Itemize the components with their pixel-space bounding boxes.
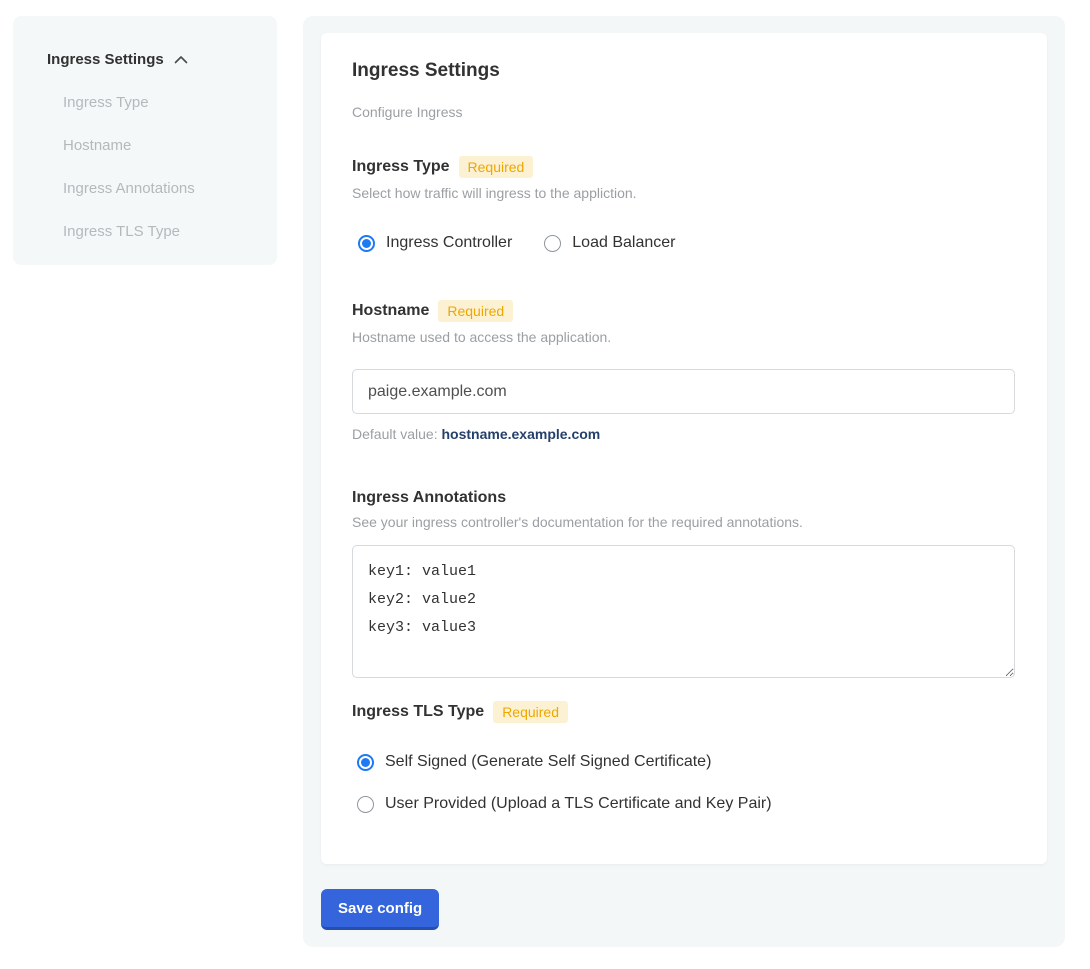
default-value-label: Default value: [352, 426, 442, 442]
radio-label: Load Balancer [572, 234, 675, 252]
page-title: Ingress Settings [352, 60, 1016, 82]
radio-button-icon [357, 796, 374, 813]
hostname-input[interactable] [352, 369, 1015, 414]
section-ingress-tls-type: Ingress TLS Type Required Self Signed (G… [352, 701, 1016, 813]
sidebar-item-hostname[interactable]: Hostname [63, 137, 277, 154]
tls-type-title: Ingress TLS Type [352, 703, 484, 721]
config-nav-sidebar: Ingress Settings Ingress Type Hostname I… [13, 16, 277, 265]
ingress-type-radio-group: Ingress Controller Load Balancer [358, 234, 1016, 252]
section-hostname: Hostname Required Hostname used to acces… [352, 300, 1016, 442]
sidebar-item-ingress-annotations[interactable]: Ingress Annotations [63, 180, 277, 197]
config-card: Ingress Settings Configure Ingress Ingre… [321, 33, 1047, 864]
radio-user-provided[interactable]: User Provided (Upload a TLS Certificate … [357, 795, 1016, 813]
ingress-type-help: Select how traffic will ingress to the a… [352, 185, 1016, 201]
tls-type-radio-group: Self Signed (Generate Self Signed Certif… [357, 753, 1016, 813]
radio-label: Ingress Controller [386, 234, 512, 252]
sidebar-item-ingress-type[interactable]: Ingress Type [63, 94, 277, 111]
radio-label: User Provided (Upload a TLS Certificate … [385, 795, 772, 813]
sidebar-links: Ingress Type Hostname Ingress Annotation… [63, 94, 277, 240]
radio-self-signed[interactable]: Self Signed (Generate Self Signed Certif… [357, 753, 1016, 771]
annotations-textarea[interactable]: key1: value1 key2: value2 key3: value3 [352, 545, 1015, 678]
radio-load-balancer[interactable]: Load Balancer [544, 234, 675, 252]
hostname-help: Hostname used to access the application. [352, 329, 1016, 345]
required-badge: Required [459, 156, 534, 178]
hostname-default-value: Default value: hostname.example.com [352, 426, 1016, 442]
radio-button-icon [358, 235, 375, 252]
page: Ingress Settings Ingress Type Hostname I… [0, 0, 1090, 969]
page-subtitle: Configure Ingress [352, 104, 1016, 120]
section-ingress-type: Ingress Type Required Select how traffic… [352, 156, 1016, 252]
required-badge: Required [493, 701, 568, 723]
radio-button-icon [357, 754, 374, 771]
annotations-title: Ingress Annotations [352, 489, 506, 507]
hostname-title: Hostname [352, 302, 429, 320]
sidebar-group-ingress-settings[interactable]: Ingress Settings [47, 51, 277, 68]
radio-button-icon [544, 235, 561, 252]
radio-ingress-controller[interactable]: Ingress Controller [358, 234, 512, 252]
annotations-help: See your ingress controller's documentat… [352, 514, 1016, 530]
section-ingress-annotations: Ingress Annotations See your ingress con… [352, 489, 1016, 678]
sidebar-item-ingress-tls-type[interactable]: Ingress TLS Type [63, 223, 277, 240]
ingress-type-title: Ingress Type [352, 158, 450, 176]
required-badge: Required [438, 300, 513, 322]
save-config-button[interactable]: Save config [321, 889, 439, 930]
chevron-up-icon [174, 55, 188, 64]
config-panel: Ingress Settings Configure Ingress Ingre… [303, 16, 1065, 947]
default-value-text: hostname.example.com [442, 426, 601, 442]
sidebar-group-label: Ingress Settings [47, 51, 164, 68]
radio-label: Self Signed (Generate Self Signed Certif… [385, 753, 711, 771]
